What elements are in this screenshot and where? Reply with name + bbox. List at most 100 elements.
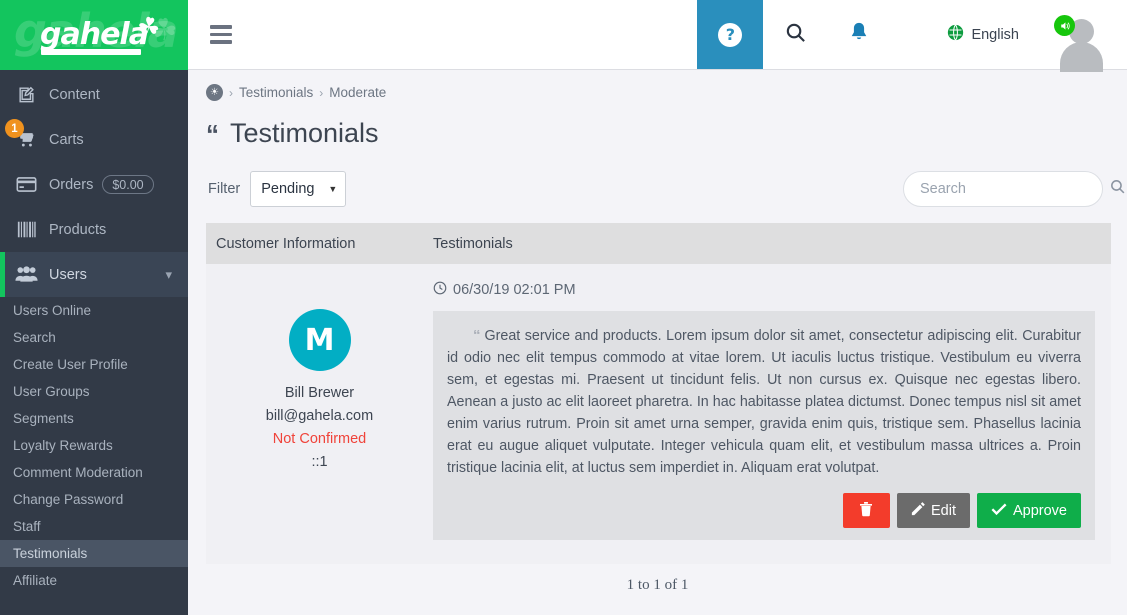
sidebar-subitem-users-online[interactable]: Users Online	[0, 297, 188, 324]
brand-logo[interactable]: gahela ☘ gahela ☘	[0, 0, 188, 70]
topbar-spacer	[254, 0, 697, 69]
sidebar-subitem-loyalty-rewards[interactable]: Loyalty Rewards	[0, 432, 188, 459]
users-group-icon	[12, 265, 40, 284]
edit-button[interactable]: Edit	[897, 493, 970, 528]
testimonials-table: Customer Information Testimonials M Bill…	[206, 223, 1111, 564]
status-badge: Not Confirmed	[206, 431, 433, 447]
chevron-down-icon: ▾	[165, 267, 172, 283]
page-title-text: Testimonials	[230, 118, 379, 149]
breadcrumb-item-testimonials[interactable]: Testimonials	[239, 85, 313, 100]
sidebar-item-products[interactable]: Products	[0, 207, 188, 252]
sidebar-subitem-label: User Groups	[13, 384, 90, 399]
testimonial-body: “Great service and products. Lorem ipsum…	[447, 325, 1081, 479]
sidebar-subitem-label: Comment Moderation	[13, 465, 143, 480]
filter-select-value: Pending	[261, 181, 314, 197]
quote-icon: “	[206, 121, 219, 147]
brand-logo-underline	[41, 49, 141, 55]
quote-icon: “	[473, 327, 481, 344]
testimonial-card: “Great service and products. Lorem ipsum…	[433, 311, 1095, 540]
table-header-row: Customer Information Testimonials	[206, 223, 1111, 264]
top-navbar: ?	[188, 0, 1127, 70]
delete-button[interactable]	[843, 493, 890, 528]
help-button[interactable]: ?	[697, 0, 763, 69]
pagination-summary: 1 to 1 of 1	[188, 564, 1127, 594]
question-mark-icon: ?	[718, 23, 742, 47]
sidebar-item-carts[interactable]: 1 Carts	[0, 117, 188, 162]
sidebar-item-label: Carts	[49, 132, 84, 148]
sidebar-subitem-segments[interactable]: Segments	[0, 405, 188, 432]
notifications-button[interactable]	[827, 0, 891, 69]
filter-select[interactable]: Pending ▼	[250, 171, 346, 207]
sidebar-subitem-label: Testimonials	[13, 546, 87, 561]
sidebar-subitem-user-groups[interactable]: User Groups	[0, 378, 188, 405]
barcode-icon	[12, 220, 40, 239]
toolbar: Filter Pending ▼	[188, 149, 1127, 207]
testimonial-date-text: 06/30/19 02:01 PM	[453, 282, 576, 298]
sidebar-subitem-label: Users Online	[13, 303, 91, 318]
customer-ip: ::1	[206, 454, 433, 470]
testimonial-date: 06/30/19 02:01 PM	[433, 281, 1095, 299]
sidebar-subitem-affiliate[interactable]: Affiliate	[0, 567, 188, 594]
credit-card-icon	[12, 176, 40, 193]
sidebar-item-label: Users	[49, 267, 87, 283]
sidebar-subitem-create-user-profile[interactable]: Create User Profile	[0, 351, 188, 378]
language-selector[interactable]: English	[931, 0, 1035, 69]
table-row: M Bill Brewer bill@gahela.com Not Confir…	[206, 264, 1111, 564]
edit-square-icon	[12, 85, 40, 104]
globe-icon	[947, 24, 964, 45]
breadcrumb-item-moderate[interactable]: Moderate	[329, 85, 386, 100]
dashboard-icon[interactable]: ☀	[206, 84, 223, 101]
clock-icon	[433, 281, 447, 299]
bell-icon	[849, 21, 869, 48]
sidebar-subitem-label: Search	[13, 330, 56, 345]
column-header-customer-information: Customer Information	[206, 236, 433, 252]
user-avatar-button[interactable]	[1035, 0, 1127, 69]
cannabis-leaf-icon: ☘	[134, 12, 162, 42]
breadcrumb: ☀ › Testimonials › Moderate	[188, 70, 1127, 101]
sidebar-subitem-label: Loyalty Rewards	[13, 438, 113, 453]
search-icon	[784, 21, 807, 49]
sidebar-subitem-testimonials[interactable]: Testimonials	[0, 540, 188, 567]
search-icon	[1109, 178, 1126, 200]
sidebar-item-content[interactable]: Content	[0, 72, 188, 117]
sidebar-subitem-label: Change Password	[13, 492, 123, 507]
language-label: English	[971, 27, 1019, 43]
customer-information-cell: M Bill Brewer bill@gahela.com Not Confir…	[206, 264, 433, 564]
sidebar-item-orders[interactable]: Orders $0.00	[0, 162, 188, 207]
approve-button[interactable]: Approve	[977, 493, 1081, 528]
testimonial-actions: Edit Approve	[447, 493, 1081, 528]
sidebar-subitem-label: Affiliate	[13, 573, 57, 588]
filter-label: Filter	[208, 181, 240, 197]
breadcrumb-separator: ›	[229, 86, 233, 100]
sidebar-subitem-label: Create User Profile	[13, 357, 128, 372]
sidebar-subitem-staff[interactable]: Staff	[0, 513, 188, 540]
main-area: ?	[188, 0, 1127, 615]
column-header-testimonials: Testimonials	[433, 236, 1111, 252]
sidebar-subitem-comment-moderation[interactable]: Comment Moderation	[0, 459, 188, 486]
search-input-wrapper[interactable]	[903, 171, 1103, 207]
brand-logo-text: gahela	[40, 17, 148, 52]
avatar: M	[289, 309, 351, 371]
page-title: “ Testimonials	[188, 101, 1127, 149]
sidebar-subitem-search[interactable]: Search	[0, 324, 188, 351]
search-input[interactable]	[918, 180, 1109, 198]
sidebar-item-label: Content	[49, 87, 100, 103]
user-avatar-icon	[1054, 13, 1108, 69]
sidebar-item-users[interactable]: Users ▾	[0, 252, 188, 297]
avatar-body	[1060, 42, 1103, 72]
sidebar-subitem-label: Staff	[13, 519, 41, 534]
customer-name: Bill Brewer	[206, 385, 433, 401]
edit-button-label: Edit	[931, 503, 956, 519]
trash-icon	[859, 501, 873, 521]
sidebar-item-label: Orders	[49, 177, 93, 193]
search-button[interactable]	[763, 0, 827, 69]
hamburger-icon[interactable]	[188, 0, 254, 69]
testimonial-text: Great service and products. Lorem ipsum …	[447, 328, 1081, 476]
admin-page: gahela ☘ gahela ☘ Content 1	[0, 0, 1127, 615]
sidebar-nav: Content 1 Carts	[0, 70, 188, 594]
carts-badge: 1	[5, 119, 24, 138]
speaker-icon	[1054, 15, 1075, 36]
sidebar-subitem-change-password[interactable]: Change Password	[0, 486, 188, 513]
customer-email: bill@gahela.com	[206, 408, 433, 424]
chevron-down-icon: ▼	[328, 184, 337, 194]
